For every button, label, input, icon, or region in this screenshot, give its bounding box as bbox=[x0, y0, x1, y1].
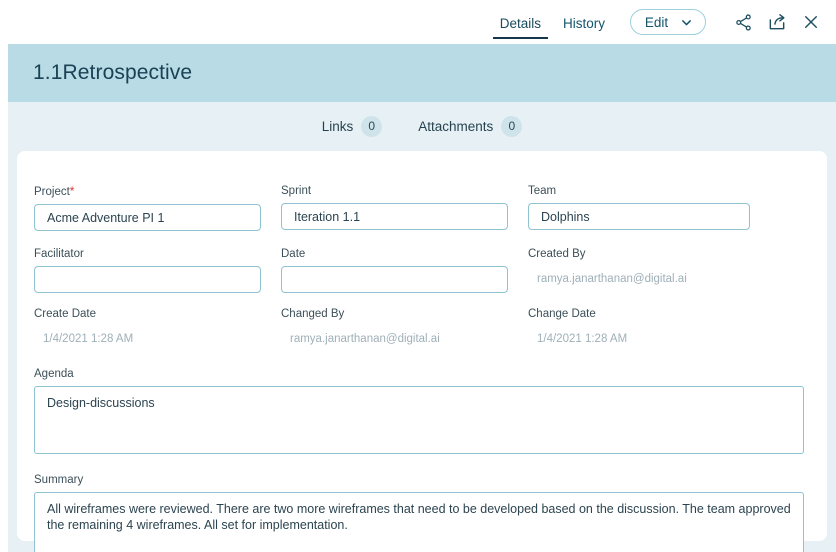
field-created-by: Created By ramya.janarthanan@digital.ai bbox=[528, 247, 778, 293]
form-row-3: Create Date 1/4/2021 1:28 AM Changed By … bbox=[34, 307, 810, 353]
field-changed-by: Changed By ramya.janarthanan@digital.ai bbox=[281, 307, 524, 353]
tab-history[interactable]: History bbox=[556, 16, 612, 39]
field-facilitator: Facilitator bbox=[34, 247, 277, 293]
field-summary: Summary bbox=[34, 473, 810, 552]
subnav-bar: Links 0 Attachments 0 bbox=[8, 102, 836, 150]
field-date: Date bbox=[281, 247, 524, 293]
row-spacer-2 bbox=[34, 293, 810, 307]
close-icon[interactable] bbox=[798, 9, 824, 35]
subnav-item-attachments[interactable]: Attachments 0 bbox=[418, 115, 523, 137]
subnav-links-label: Links bbox=[321, 118, 354, 134]
project-input[interactable] bbox=[34, 204, 261, 231]
created-by-value: ramya.janarthanan@digital.ai bbox=[537, 273, 687, 285]
tab-history-label: History bbox=[562, 16, 605, 31]
summary-label: Summary bbox=[34, 474, 84, 486]
page-title: 1.1Retrospective bbox=[33, 61, 193, 84]
agenda-label: Agenda bbox=[34, 368, 74, 380]
subnav-attachments-count: 0 bbox=[501, 115, 523, 137]
team-label: Team bbox=[528, 185, 557, 197]
changed-by-label: Changed By bbox=[281, 308, 345, 320]
field-change-date: Change Date 1/4/2021 1:28 AM bbox=[528, 307, 778, 353]
details-card: Project* Sprint Team Facilitator bbox=[17, 151, 827, 552]
subnav-item-links[interactable]: Links 0 bbox=[321, 115, 383, 137]
tab-details-label: Details bbox=[499, 16, 541, 31]
change-date-label: Change Date bbox=[528, 308, 596, 320]
edit-button[interactable]: Edit bbox=[630, 9, 706, 35]
sprint-input[interactable] bbox=[281, 203, 508, 230]
subnav-attachments-label: Attachments bbox=[418, 118, 494, 134]
team-input[interactable] bbox=[528, 203, 750, 230]
changed-by-value: ramya.janarthanan@digital.ai bbox=[290, 333, 440, 345]
field-sprint: Sprint bbox=[281, 184, 524, 231]
panel-toolbar: Details History Edit bbox=[0, 0, 836, 44]
page-title-band: 1.1Retrospective bbox=[8, 44, 836, 102]
project-label: Project* bbox=[34, 184, 277, 199]
facilitator-input[interactable] bbox=[34, 266, 261, 293]
date-input[interactable] bbox=[281, 266, 508, 293]
edit-button-label: Edit bbox=[644, 14, 669, 30]
created-by-label: Created By bbox=[528, 248, 586, 260]
share-network-icon[interactable] bbox=[730, 9, 756, 35]
tab-list: Details History bbox=[489, 5, 616, 39]
summary-textarea[interactable] bbox=[34, 492, 804, 552]
field-agenda: Agenda bbox=[34, 367, 810, 459]
chevron-down-icon bbox=[680, 16, 693, 29]
project-label-text: Project bbox=[34, 186, 70, 198]
export-icon[interactable] bbox=[764, 9, 790, 35]
form-row-1: Project* Sprint Team bbox=[34, 184, 810, 231]
subnav-links-count: 0 bbox=[361, 115, 383, 137]
sprint-label: Sprint bbox=[281, 185, 312, 197]
create-date-label: Create Date bbox=[34, 308, 97, 320]
retrospective-detail-panel: Details History Edit 1.1Retrospective Li… bbox=[0, 0, 836, 552]
facilitator-label: Facilitator bbox=[34, 248, 84, 260]
field-create-date: Create Date 1/4/2021 1:28 AM bbox=[34, 307, 277, 353]
create-date-value: 1/4/2021 1:28 AM bbox=[43, 333, 134, 345]
row-spacer-1 bbox=[34, 231, 810, 247]
change-date-value: 1/4/2021 1:28 AM bbox=[537, 333, 628, 345]
date-label: Date bbox=[281, 248, 306, 260]
agenda-textarea[interactable] bbox=[34, 386, 804, 454]
field-team: Team bbox=[528, 184, 778, 231]
form-row-2: Facilitator Date Created By ramya.janart… bbox=[34, 247, 810, 293]
field-project: Project* bbox=[34, 184, 277, 231]
required-indicator: * bbox=[69, 184, 75, 198]
tab-details[interactable]: Details bbox=[492, 16, 548, 39]
retrospective-form: Project* Sprint Team Facilitator bbox=[34, 184, 810, 552]
